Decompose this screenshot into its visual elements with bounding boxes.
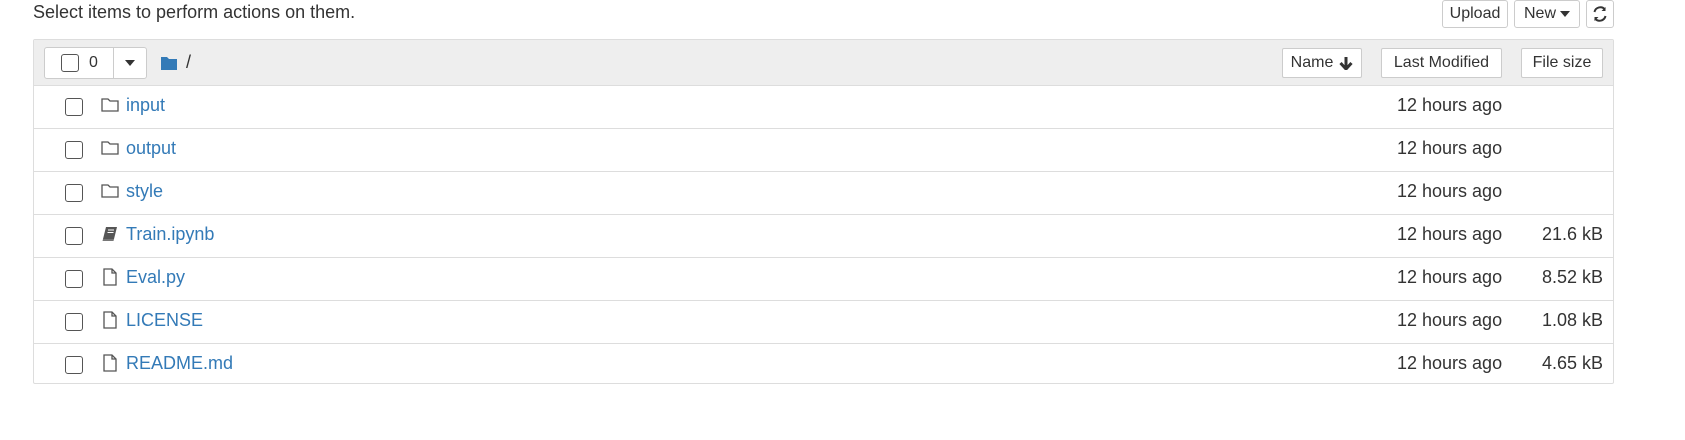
item-checkbox[interactable] [65,356,83,374]
refresh-button[interactable] [1586,0,1614,28]
item-checkbox[interactable] [65,227,83,245]
item-last-modified: 12 hours ago [1397,267,1503,287]
upload-button[interactable]: Upload [1442,0,1508,28]
sort-by-size-button[interactable]: File size [1521,48,1603,78]
select-all-group: 0 [44,47,147,79]
item-last-modified: 12 hours ago [1397,224,1503,244]
item-checkbox[interactable] [65,270,83,288]
list-item[interactable]: input 12 hours ago [34,86,1613,129]
selected-count: 0 [89,54,98,71]
list-item[interactable]: README.md 12 hours ago 4.65 kB [34,344,1613,387]
file-list-header: 0 / Name Last Modified File size [34,40,1613,86]
toolbar: Upload New [1442,0,1614,28]
sort-name-label: Name [1290,54,1334,71]
item-file-size: 21.6 kB [1541,224,1603,244]
item-name-link[interactable]: Train.ipynb [126,224,214,245]
select-all-button[interactable]: 0 [45,48,114,78]
file-icon [100,310,120,330]
refresh-icon [1593,6,1607,22]
sort-by-name-button[interactable]: Name [1282,48,1362,78]
list-item[interactable]: LICENSE 12 hours ago 1.08 kB [34,301,1613,344]
file-icon [100,267,120,287]
item-checkbox[interactable] [65,141,83,159]
item-last-modified: 12 hours ago [1397,138,1503,158]
arrow-down-icon [1339,57,1353,70]
caret-down-icon [125,60,135,66]
breadcrumb-root[interactable]: / [186,52,191,73]
item-last-modified: 12 hours ago [1397,181,1503,201]
item-name-link[interactable]: style [126,181,163,202]
action-hint: Select items to perform actions on them. [33,2,356,22]
item-last-modified: 12 hours ago [1397,95,1503,115]
select-all-checkbox[interactable] [61,54,79,72]
list-item[interactable]: output 12 hours ago [34,129,1613,172]
item-checkbox[interactable] [65,313,83,331]
item-name-link[interactable]: Eval.py [126,267,185,288]
list-item[interactable]: Train.ipynb 12 hours ago 21.6 kB [34,215,1613,258]
file-list-body: input 12 hours ago output 12 hours ago style… [34,86,1613,387]
item-last-modified: 12 hours ago [1397,353,1503,373]
item-checkbox[interactable] [65,98,83,116]
item-file-size: 4.65 kB [1541,353,1603,373]
item-name-link[interactable]: output [126,138,176,159]
list-item[interactable]: Eval.py 12 hours ago 8.52 kB [34,258,1613,301]
item-last-modified: 12 hours ago [1397,310,1503,330]
new-button-label: New [1523,5,1556,22]
item-file-size: 1.08 kB [1541,310,1603,330]
folder-icon [100,181,120,201]
item-name-link[interactable]: LICENSE [126,310,203,331]
notebook-icon [100,224,120,244]
folder-icon[interactable] [160,55,178,71]
file-icon [100,353,120,373]
item-file-size: 8.52 kB [1541,267,1603,287]
item-checkbox[interactable] [65,184,83,202]
new-button[interactable]: New [1514,0,1580,28]
folder-icon [100,138,120,158]
select-dropdown-button[interactable] [114,48,146,78]
item-name-link[interactable]: README.md [126,353,233,374]
file-list: 0 / Name Last Modified File size input 12… [33,39,1614,384]
list-item[interactable]: style 12 hours ago [34,172,1613,215]
folder-icon [100,95,120,115]
sort-by-modified-button[interactable]: Last Modified [1381,48,1502,78]
breadcrumb: / [160,52,191,73]
caret-down-icon [1560,11,1570,17]
item-name-link[interactable]: input [126,95,165,116]
